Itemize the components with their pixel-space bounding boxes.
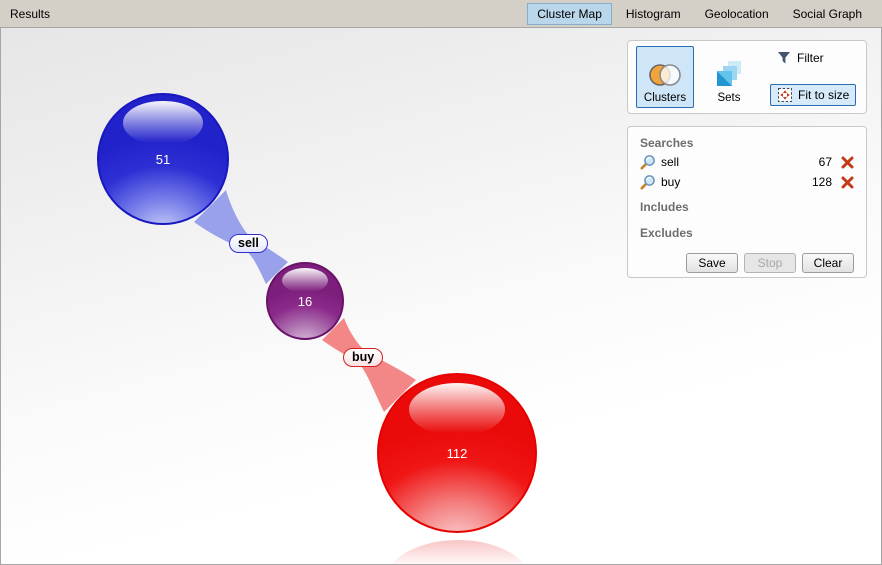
search-term: sell [661,155,679,169]
search-term: buy [661,175,680,189]
fit-to-size-button[interactable]: Fit to size [770,84,856,106]
excludes-header: Excludes [640,226,854,240]
link-label-sell[interactable]: sell [229,234,268,253]
filter-label: Filter [797,51,824,65]
bubble-gloss [123,101,202,145]
filter-button[interactable]: Filter [770,48,856,68]
stop-button: Stop [744,253,796,273]
link-label-buy[interactable]: buy [343,348,383,367]
delete-search-icon[interactable] [841,156,854,169]
cluster-bubble-buy[interactable]: 112 [377,373,537,533]
cluster-map-canvas[interactable]: 51 16 112 sell buy Clusters [0,27,882,565]
tab-cluster-map[interactable]: Cluster Map [527,3,612,25]
toolbar-right-column: Filter Fit to size [770,46,856,108]
tab-geolocation[interactable]: Geolocation [695,3,779,25]
search-row-sell[interactable]: sell 67 [640,154,854,170]
bubble-count: 16 [298,294,312,309]
view-toolbar-panel: Clusters Sets [627,40,867,114]
sets-label: Sets [717,92,740,104]
window-title: Results [10,7,50,21]
search-row-buy[interactable]: buy 128 [640,174,854,190]
magnifier-icon [640,174,656,190]
sets-icon [714,60,744,88]
cluster-bubble-sell[interactable]: 51 [97,93,229,225]
results-window: Results Cluster Map Histogram Geolocatio… [0,0,882,565]
clusters-button[interactable]: Clusters [636,46,694,108]
search-actions: Save Stop Clear [640,253,854,273]
clusters-label: Clusters [644,92,686,104]
delete-search-icon[interactable] [841,176,854,189]
save-button[interactable]: Save [686,253,738,273]
filter-icon [777,51,792,65]
cluster-bubble-intersection[interactable]: 16 [266,262,344,340]
view-tabs: Cluster Map Histogram Geolocation Social… [527,3,872,25]
searches-panel: Searches sell 67 [627,126,867,278]
clear-button[interactable]: Clear [802,253,854,273]
tab-histogram[interactable]: Histogram [616,3,691,25]
bubble-count: 51 [156,152,170,167]
includes-header: Includes [640,200,854,214]
bubble-gloss [409,383,506,436]
bubble-count: 112 [447,446,468,461]
clusters-icon [647,62,683,88]
fit-to-size-label: Fit to size [798,88,849,102]
fit-to-size-icon [777,87,793,103]
searches-header: Searches [640,136,854,150]
title-bar: Results Cluster Map Histogram Geolocatio… [0,0,882,27]
search-count: 67 [819,155,832,169]
bubble-gloss [282,268,328,293]
magnifier-icon [640,154,656,170]
sets-button[interactable]: Sets [700,46,758,108]
search-count: 128 [812,175,832,189]
tab-social-graph[interactable]: Social Graph [783,3,872,25]
